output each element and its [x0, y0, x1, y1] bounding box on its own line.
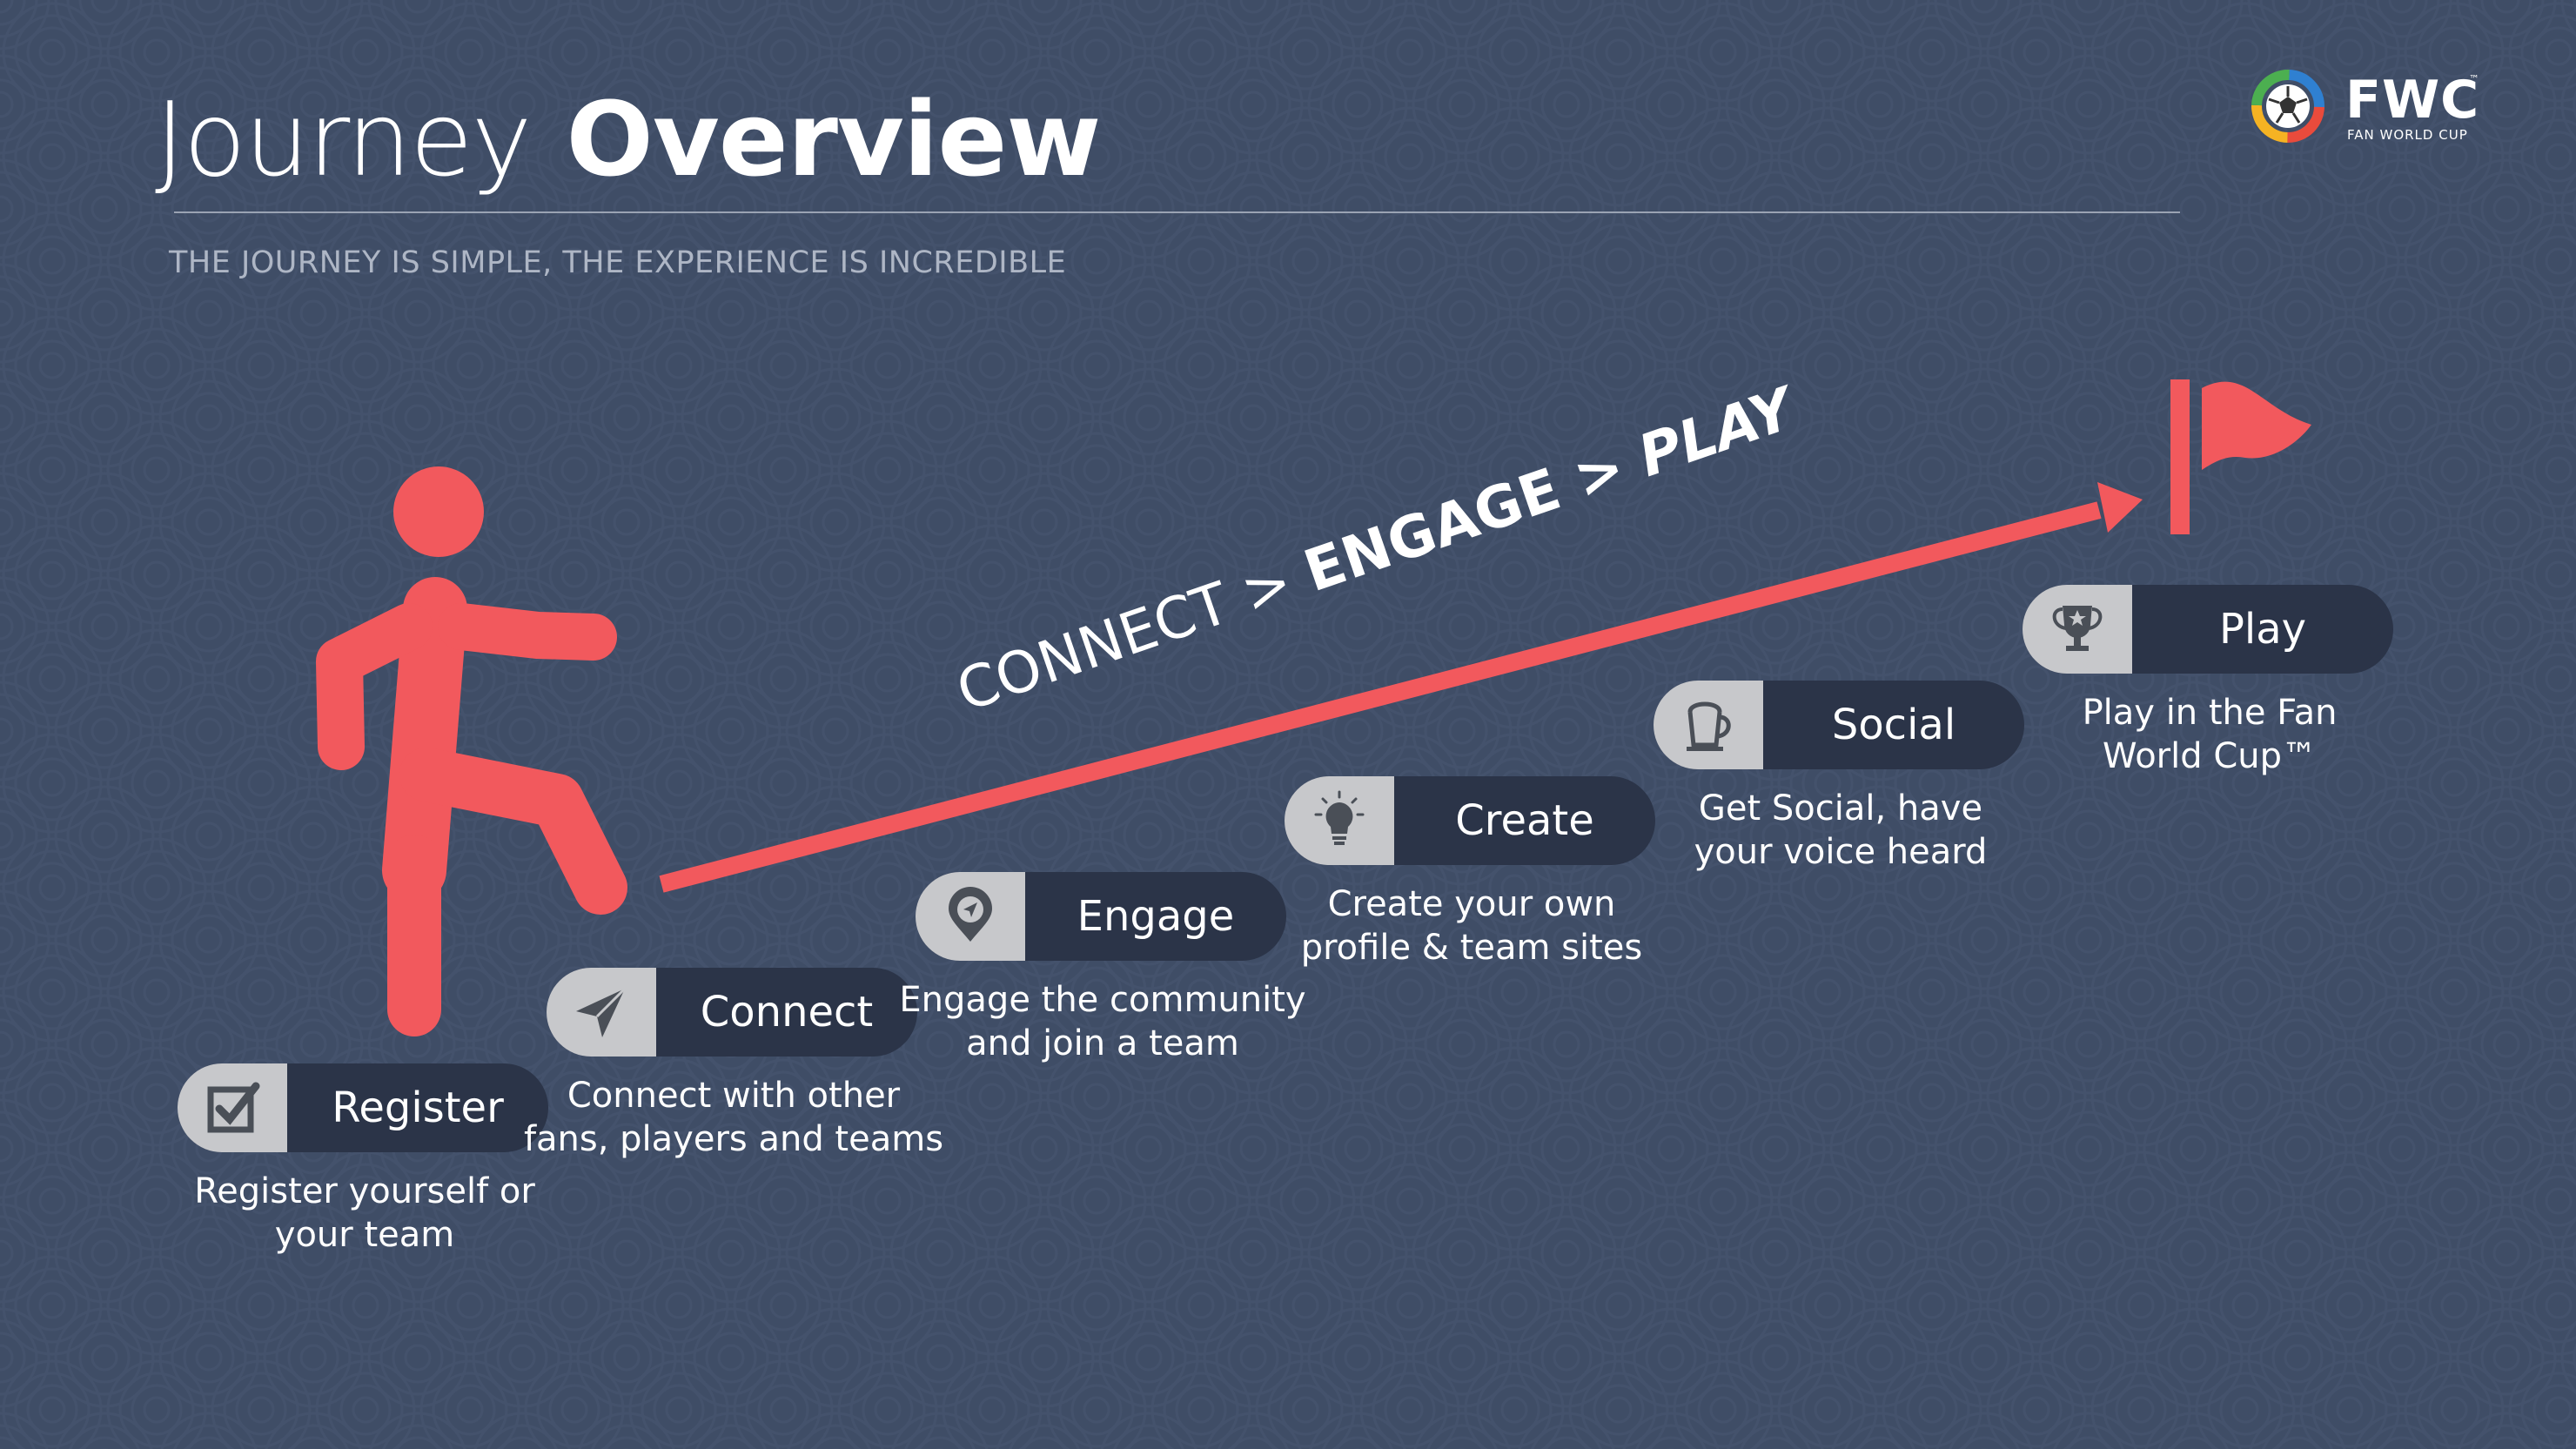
step-pill: Social — [1654, 681, 2024, 769]
desc-line: and join a team — [966, 1023, 1239, 1063]
desc-line: Register yourself or — [194, 1171, 535, 1211]
location-pin-icon — [949, 887, 992, 942]
trophy-icon — [2052, 606, 2103, 651]
step-label: Connect — [700, 988, 874, 1036]
step-description: Create your own profile & team sites — [1250, 882, 1694, 969]
step-description: Register yourself or your team — [143, 1170, 587, 1257]
checkbox-icon — [207, 1082, 260, 1133]
step-description: Play in the Fan World Cup™ — [1988, 691, 2432, 778]
step-label: Social — [1831, 701, 1956, 749]
desc-line: Play in the Fan — [2082, 693, 2338, 733]
step-label: Play — [2218, 605, 2307, 654]
step-description: Engage the community and join a team — [881, 978, 1325, 1065]
desc-line: Engage the community — [899, 980, 1306, 1020]
step-label: Engage — [1077, 892, 1235, 941]
step-pill: Engage — [916, 872, 1286, 961]
desc-line: Get Social, have — [1698, 788, 1983, 828]
step-label: Create — [1455, 796, 1594, 845]
lightbulb-icon — [1314, 790, 1365, 845]
step-description: Connect with other fans, players and tea… — [512, 1074, 956, 1161]
paper-plane-icon — [576, 987, 627, 1037]
beer-mug-icon — [1687, 701, 1731, 751]
desc-line: profile & team sites — [1300, 928, 1643, 968]
step-pill: Play — [2023, 585, 2393, 674]
finish-flag-icon — [2170, 379, 2311, 534]
step-pill: Create — [1285, 776, 1655, 865]
desc-line: World Cup™ — [2102, 736, 2317, 776]
step-pill: Register — [178, 1063, 548, 1152]
climbing-person-icon — [316, 466, 627, 1036]
step-pill: Connect — [547, 968, 917, 1057]
desc-line: your voice heard — [1694, 832, 1988, 872]
desc-line: Create your own — [1327, 884, 1616, 924]
desc-line: fans, players and teams — [523, 1119, 944, 1159]
step-label: Register — [332, 1083, 504, 1132]
desc-line: your team — [274, 1215, 455, 1255]
desc-line: Connect with other — [567, 1076, 901, 1116]
step-description: Get Social, have your voice heard — [1619, 787, 2063, 874]
